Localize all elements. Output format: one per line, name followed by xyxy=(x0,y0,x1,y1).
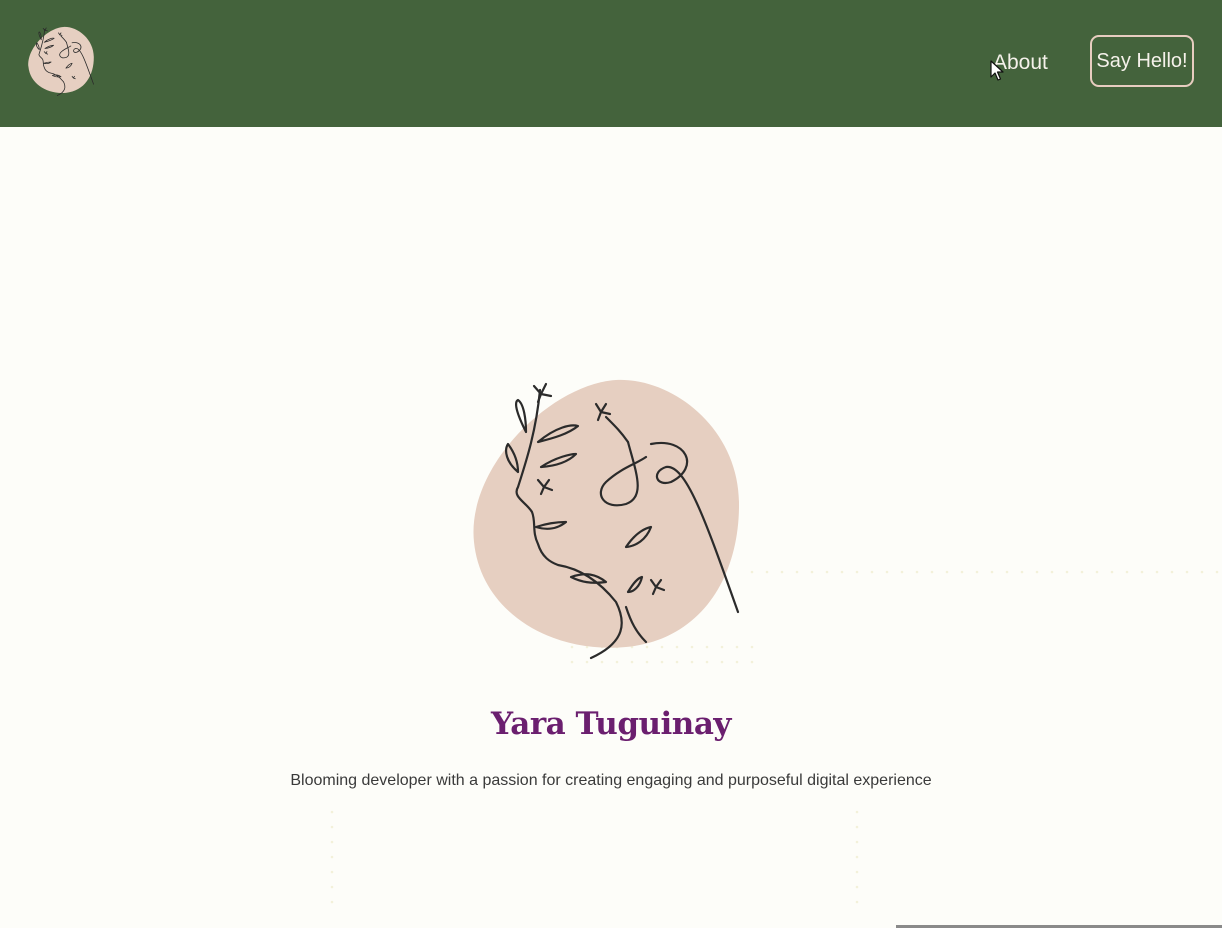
hero-name-heading: Yara Tuguinay xyxy=(491,706,731,742)
logo-link[interactable] xyxy=(24,24,98,98)
say-hello-button[interactable]: Say Hello! xyxy=(1090,35,1194,87)
mouse-pointer-icon xyxy=(990,60,1004,81)
navbar: About Say Hello! xyxy=(0,0,1222,127)
hero-illustration xyxy=(456,372,756,664)
hero-tagline: Blooming developer with a passion for cr… xyxy=(290,772,932,789)
woman-face-floral-line-art-icon xyxy=(28,26,94,96)
woman-face-floral-line-art-icon xyxy=(473,379,740,660)
